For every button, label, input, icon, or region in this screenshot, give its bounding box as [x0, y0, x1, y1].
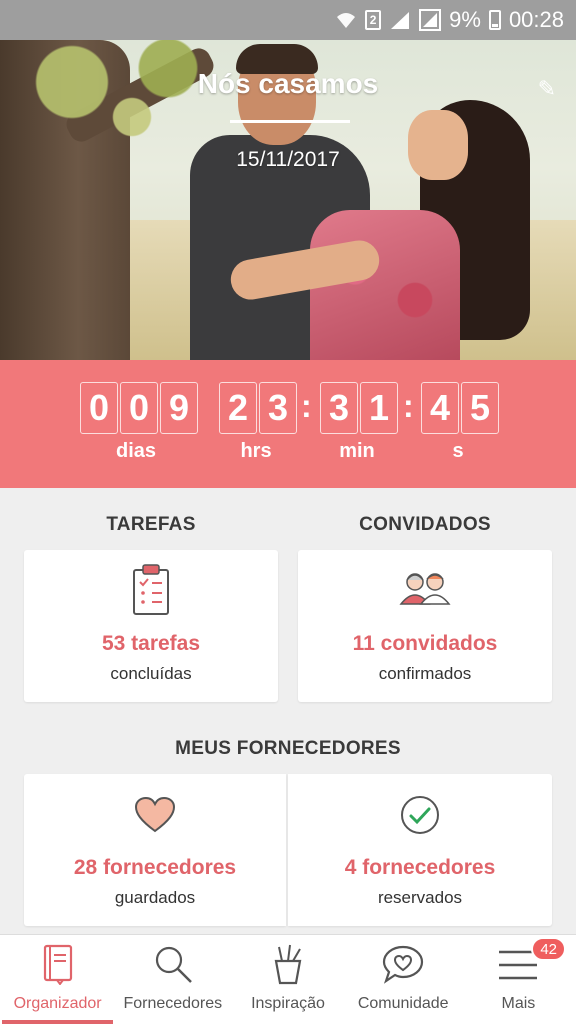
countdown-label-seconds: s [452, 440, 464, 462]
countdown-digit: 5 [461, 382, 499, 434]
countdown-minutes: 3 1 [320, 382, 400, 434]
nav-label: Fornecedores [123, 995, 223, 1012]
countdown-digit: 3 [320, 382, 358, 434]
edit-icon[interactable]: ✎ [538, 76, 556, 102]
page-title: Nós casamos [197, 68, 379, 99]
wifi-icon [335, 10, 357, 30]
vendors-booked-count: 4 fornecedores [344, 856, 496, 879]
planner-book-icon [41, 943, 75, 990]
countdown-days: 0 0 9 [80, 382, 200, 434]
clipboard-icon [131, 564, 171, 621]
vendors-saved-card[interactable]: 28 fornecedores guardados [24, 774, 286, 926]
vendors-title: MEUS FORNECEDORES [175, 738, 401, 759]
countdown-digit: 0 [120, 382, 158, 434]
signal-icon [389, 10, 411, 30]
vendors-booked-sub: reservados [377, 888, 463, 907]
nav-comunidade[interactable]: Comunidade [346, 935, 461, 1024]
countdown-digit: 1 [360, 382, 398, 434]
countdown-label-hours: hrs [240, 440, 272, 462]
countdown-hours: 2 3 [219, 382, 299, 434]
title-underline [230, 120, 350, 123]
nav-label: Organizador [13, 995, 102, 1012]
bottom-nav: Organizador Fornecedores Inspiração Comu… [0, 934, 576, 1024]
nav-mais[interactable]: 42 Mais [461, 935, 576, 1024]
vendors-saved-sub: guardados [114, 888, 196, 907]
tasks-card[interactable]: 53 tarefas concluídas [24, 550, 278, 702]
battery-percent: 9% [449, 7, 481, 32]
guests-card[interactable]: 11 convidados confirmados [298, 550, 552, 702]
notification-badge: 42 [531, 937, 567, 961]
nav-label: Mais [501, 995, 536, 1012]
nav-organizador[interactable]: Organizador [0, 935, 115, 1024]
vendors-booked-card[interactable]: 4 fornecedores reservados [288, 774, 552, 926]
countdown-separator: : [301, 388, 312, 424]
nav-fornecedores[interactable]: Fornecedores [115, 935, 230, 1024]
countdown-label-minutes: min [339, 440, 375, 462]
guests-count: 11 convidados [352, 632, 498, 655]
brush-cup-icon [270, 943, 306, 990]
tasks-count: 53 tarefas [101, 632, 201, 655]
countdown-label-days: dias [115, 440, 157, 462]
countdown-digit: 4 [421, 382, 459, 434]
couple-photo[interactable]: Nós casamos 15/11/2017 ✎ [0, 40, 576, 360]
vendors-saved-count: 28 fornecedores [73, 856, 237, 879]
status-bar: 2 9% 00:28 [0, 0, 576, 40]
countdown-digit: 2 [219, 382, 257, 434]
wedding-date: 15/11/2017 [236, 148, 340, 171]
countdown-digit: 3 [259, 382, 297, 434]
search-icon [152, 943, 194, 990]
signal-icon-2 [419, 9, 442, 31]
nav-label: Inspiração [251, 995, 325, 1012]
photo-woman [227, 100, 540, 360]
countdown-digit: 9 [160, 382, 198, 434]
sim-icon: 2 [365, 10, 382, 30]
countdown-digit: 0 [80, 382, 118, 434]
tasks-sub: concluídas [110, 664, 192, 683]
guests-title: CONVIDADOS [359, 514, 491, 535]
nav-label: Comunidade [357, 995, 449, 1012]
check-circle-icon [399, 794, 441, 841]
chat-heart-icon [381, 943, 425, 990]
tasks-title: TAREFAS [106, 514, 196, 535]
battery-icon [488, 10, 501, 30]
countdown-separator: : [403, 388, 414, 424]
clock: 00:28 [508, 7, 564, 32]
guests-sub: confirmados [378, 664, 472, 683]
heart-icon [134, 796, 176, 839]
countdown-seconds: 4 5 [421, 382, 501, 434]
guests-icon [398, 570, 452, 611]
countdown-banner: 0 0 9 2 3 : 3 1 : 4 5 dias hrs min s [0, 360, 576, 488]
nav-inspiracao[interactable]: Inspiração [230, 935, 345, 1024]
